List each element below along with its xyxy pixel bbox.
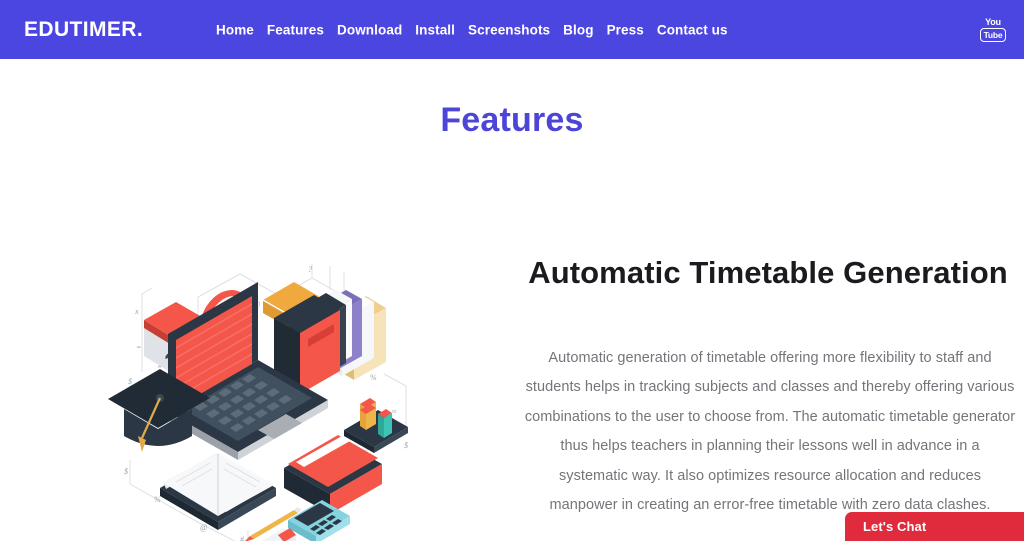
lets-chat-button[interactable]: Let's Chat [845,512,1024,541]
svg-text:$: $ [124,467,128,476]
svg-text:x: x [134,307,139,316]
svg-text:≈: ≈ [392,407,397,416]
youtube-icon-bottom-text: Tube [979,28,1007,42]
nav-item-download[interactable]: Download [337,22,415,37]
svg-text:%: % [370,373,377,382]
nav-item-screenshots[interactable]: Screenshots [468,22,563,37]
open-book-icon [160,453,276,530]
nav-item-contact-us[interactable]: Contact us [657,22,741,37]
feature-description: Automatic generation of timetable offeri… [524,349,1016,514]
feature-section: .lt{fill:#f4564a}.ltd{fill:#e14a40}.dk{f… [0,190,1024,541]
nav-item-blog[interactable]: Blog [563,22,606,37]
site-header: EDUTIMER. Home Features Download Install… [0,0,1024,59]
nav-item-features[interactable]: Features [267,22,337,37]
svg-text:?: ? [308,265,312,274]
site-logo[interactable]: EDUTIMER. [24,18,143,42]
main-navigation: Home Features Download Install Screensho… [216,22,741,37]
nav-item-press[interactable]: Press [607,22,657,37]
youtube-icon[interactable]: You Tube [979,15,1007,45]
feature-heading: Automatic Timetable Generation [528,254,1008,290]
svg-text:=: = [136,343,141,352]
youtube-icon-top-text: You [985,17,1001,27]
nav-item-home[interactable]: Home [216,22,267,37]
isometric-education-desk-illustration: .lt{fill:#f4564a}.ltd{fill:#e14a40}.dk{f… [98,252,438,541]
svg-text:%: % [154,495,161,504]
svg-text:@: @ [200,523,207,532]
feature-text-column: Automatic Timetable Generation Automatic… [512,190,1024,541]
page-title: Features [440,101,584,139]
svg-text:$: $ [404,441,408,450]
svg-text:#: # [240,535,245,541]
lets-chat-label: Let's Chat [863,519,927,534]
feature-illustration-column: .lt{fill:#f4564a}.ltd{fill:#e14a40}.dk{f… [0,190,512,541]
svg-text:$: $ [128,377,132,386]
page-root: EDUTIMER. Home Features Download Install… [0,0,1024,541]
nav-item-install[interactable]: Install [415,22,468,37]
